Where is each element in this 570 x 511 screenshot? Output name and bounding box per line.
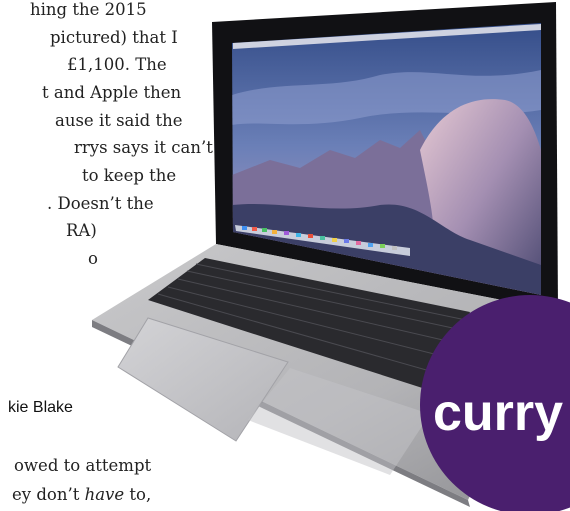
currys-logo-text: curry [433,384,563,442]
laptop-photo: curry [92,2,570,511]
